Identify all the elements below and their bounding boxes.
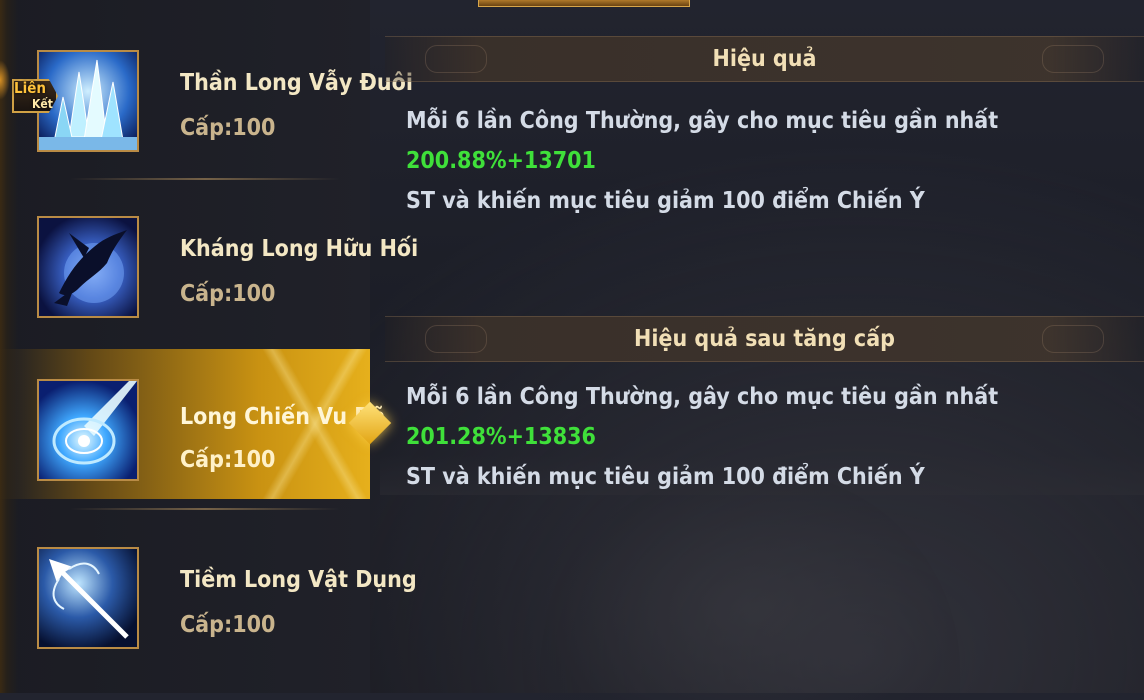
upgrade-effect-title: Hiệu quả sau tăng cấp <box>634 326 895 352</box>
divider <box>70 178 340 180</box>
effect-title: Hiệu quả <box>712 46 817 72</box>
divider <box>70 508 340 510</box>
skill-level: Cấp:100 <box>180 115 276 141</box>
skill-item-khang-long-huu-hoi[interactable]: Kháng Long Hữu Hối Cấp:100 <box>0 186 418 336</box>
effect-text: Mỗi 6 lần Công Thường, gây cho mục tiêu … <box>406 108 999 134</box>
upgrade-effect-text: Mỗi 6 lần Công Thường, gây cho mục tiêu … <box>406 384 999 410</box>
skill-level: Cấp:100 <box>180 281 276 307</box>
upgrade-effect-value: 201.28%+13836 <box>406 424 596 450</box>
upgrade-effect-header: Hiệu quả sau tăng cấp <box>385 316 1144 362</box>
effect-description: Mỗi 6 lần Công Thường, gây cho mục tiêu … <box>406 101 1126 221</box>
effect-header: Hiệu quả <box>385 36 1144 82</box>
top-tab-edge <box>478 0 690 7</box>
skill-list-panel: Thần Long Vẫy Đuôi Cấp:100 Liên Kết Khán… <box>0 0 418 693</box>
water-vortex-icon <box>37 379 139 481</box>
effect-text-2: ST và khiến mục tiêu giảm 100 điểm Chiến… <box>406 188 925 214</box>
dark-dragon-icon <box>37 216 139 318</box>
skill-name: Tiềm Long Vật Dụng <box>180 567 417 593</box>
spear-icon <box>37 547 139 649</box>
skill-name: Kháng Long Hữu Hối <box>180 236 419 262</box>
upgrade-effect-description: Mỗi 6 lần Công Thường, gây cho mục tiêu … <box>406 377 1126 497</box>
background-gate <box>540 470 960 700</box>
skill-name: Thần Long Vẫy Đuôi <box>180 70 413 96</box>
skill-level: Cấp:100 <box>180 612 276 638</box>
upgrade-effect-text-2: ST và khiến mục tiêu giảm 100 điểm Chiến… <box>406 464 925 490</box>
skill-item-tiem-long-vat-dung[interactable]: Tiềm Long Vật Dụng Cấp:100 <box>0 517 417 667</box>
effect-value: 200.88%+13701 <box>406 148 596 174</box>
skill-level: Cấp:100 <box>180 447 276 473</box>
skill-item-long-chien-vu-da[interactable]: Long Chiến Vu Dã Cấp:100 <box>0 349 385 499</box>
lien-ket-badge: Liên Kết <box>12 75 70 117</box>
